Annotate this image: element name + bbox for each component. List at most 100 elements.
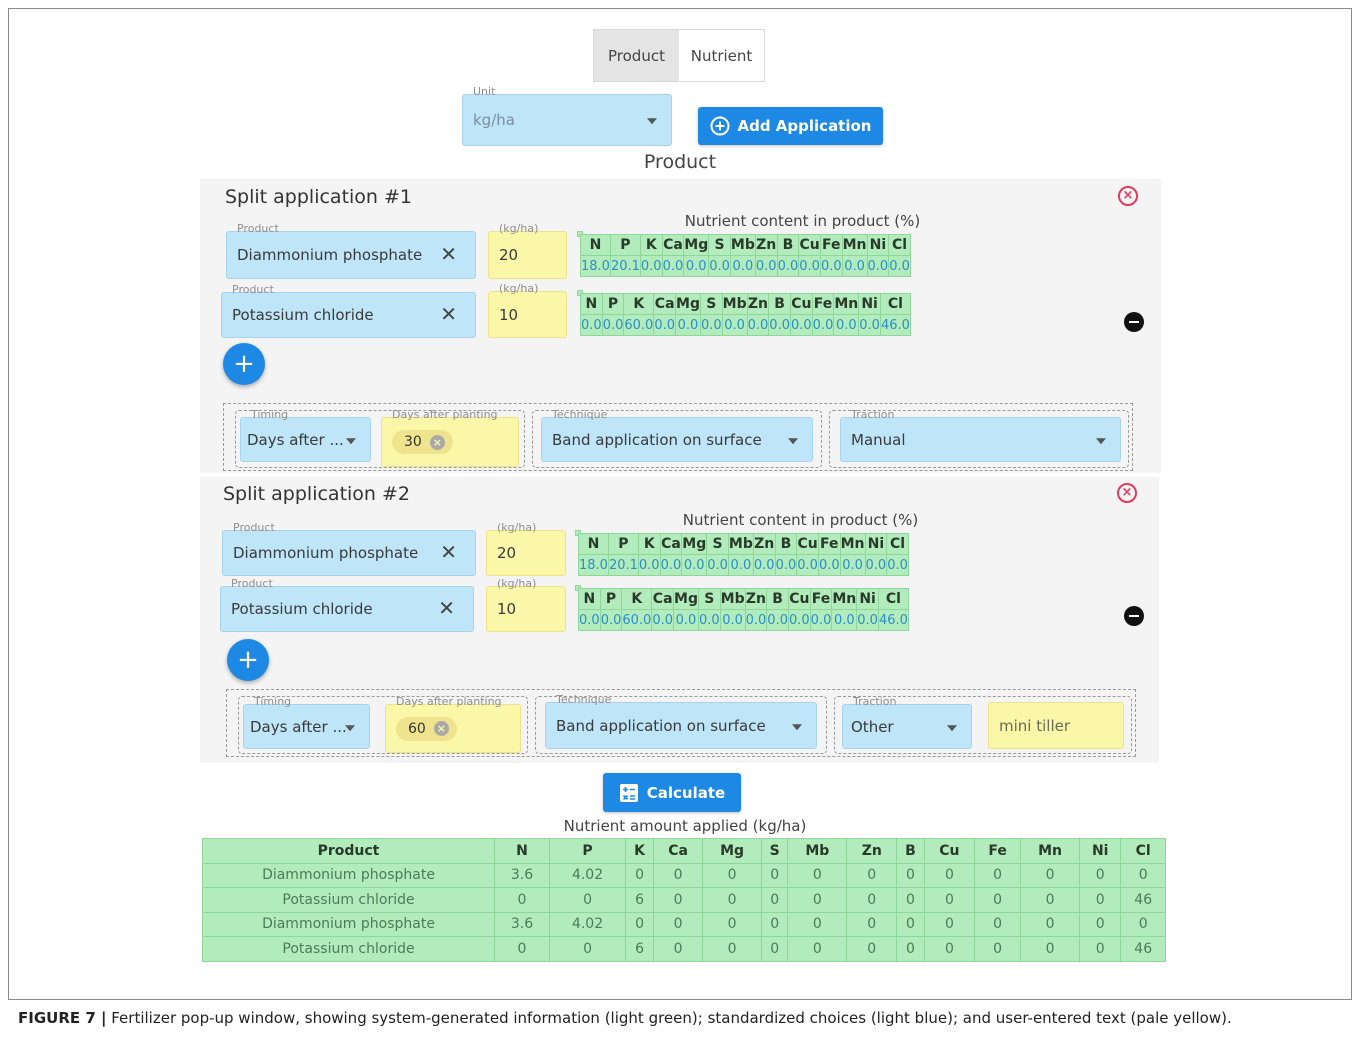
nutrient-header-cell: Fe (811, 293, 835, 315)
close-icon[interactable]: ✕ (440, 304, 457, 324)
minus-circle-icon[interactable] (1124, 312, 1144, 332)
technique-select[interactable]: Technique Band application on surface (545, 694, 817, 749)
chevron-down-icon[interactable] (1096, 437, 1106, 444)
nutrient-value-cell: 46.0 (877, 609, 909, 631)
nutrient-value-row: 0.0 0.0 60.0 0.0 0.0 0.0 0.0 0.0 0.0 0.0 0.0 0.0 0.0… (578, 609, 909, 631)
nutrient-header-cell: Cl (879, 293, 911, 315)
days-after-planting-input[interactable]: Days after planting 60 × (385, 696, 521, 753)
technique-select[interactable]: Technique Band application on surface (541, 409, 813, 462)
nutrient-value-cell: 0.0 (798, 255, 821, 277)
nutrient-header-cell: Mg (683, 234, 710, 256)
add-product-button[interactable]: + (223, 343, 265, 385)
results-value-cell: 0 (896, 936, 925, 962)
toggle-product[interactable]: Product (594, 30, 679, 81)
nutrient-value-row: 0.0 0.0 60.0 0.0 0.0 0.0 0.0 0.0 0.0 0.0 0.0 0.0 0.0… (580, 314, 911, 336)
nutrient-value-cell: 0.0 (858, 314, 881, 336)
nutrient-header-row: N P K Ca Mg S Mb Zn B Cu Fe Mn Ni Cl (578, 588, 909, 610)
unit-select[interactable]: Unit kg/ha (462, 86, 672, 146)
product-label: Product (232, 283, 274, 296)
nutrient-value-cell: 0.0 (768, 314, 791, 336)
nutrient-value-cell: 60.0 (623, 314, 655, 336)
minus-circle-icon[interactable] (1124, 606, 1144, 626)
traction-select[interactable]: Traction Manual (840, 409, 1121, 462)
product-select[interactable]: Product Potassium chloride ✕ (221, 284, 476, 338)
days-after-planting-input[interactable]: Days after planting 30 × (381, 409, 519, 467)
close-circle-icon[interactable]: × (1117, 483, 1137, 503)
product-label: Product (231, 577, 273, 590)
close-icon[interactable]: ✕ (440, 244, 457, 264)
days-chip[interactable]: 30 × (392, 430, 453, 454)
results-value-cell: 0 (1120, 862, 1166, 888)
close-icon[interactable]: ✕ (440, 542, 457, 562)
results-product-cell: Potassium chloride (202, 887, 495, 913)
timing-select[interactable]: Timing Days after ... (243, 696, 370, 749)
days-value: 30 (404, 434, 422, 450)
nutrient-header-cell: Mn (841, 234, 868, 256)
product-select[interactable]: Product Diammonium phosphate ✕ (226, 223, 476, 279)
nutrient-header-cell: Ni (858, 293, 881, 315)
nutrient-value-cell: 0.0 (719, 609, 746, 631)
nutrient-header-cell: K (621, 588, 653, 610)
chevron-down-icon[interactable] (788, 437, 798, 444)
results-value-cell: 0 (625, 911, 655, 937)
rate-input[interactable]: (kg/ha) 10 (486, 578, 566, 632)
nutrient-value-cell: 0.0 (578, 609, 601, 631)
add-application-button[interactable]: Add Application (698, 107, 883, 145)
results-value-cell: 0 (1020, 887, 1080, 913)
results-value-cell: 0 (494, 936, 550, 962)
nutrient-header-cell: Cu (789, 293, 813, 315)
calculate-button[interactable]: Calculate (603, 773, 741, 812)
product-select[interactable]: Product Diammonium phosphate ✕ (222, 522, 476, 576)
nutrient-content-grid: N P K Ca Mg S Mb Zn B Cu Fe Mn Ni Cl 0.0 0.0 60.0 0.0 0.0 0… (577, 290, 911, 336)
rate-input[interactable]: (kg/ha) 20 (486, 522, 566, 576)
product-select[interactable]: Product Potassium chloride ✕ (220, 578, 474, 632)
results-value-cell: 4.02 (548, 862, 627, 888)
nutrient-value-cell: 0.0 (839, 554, 866, 576)
nutrient-value-cell: 0.0 (659, 554, 683, 576)
nutrient-value-cell: 0.0 (706, 554, 729, 576)
nutrient-header-cell: Zn (744, 588, 768, 610)
nutrient-header-cell: Cu (787, 588, 811, 610)
figure-caption: FIGURE 7 | Fertilizer pop-up window, sho… (18, 1009, 1232, 1027)
results-header-cell: Fe (974, 838, 1022, 864)
rate-input[interactable]: (kg/ha) 20 (488, 223, 567, 279)
traction-select[interactable]: Traction Other (842, 696, 972, 749)
close-icon[interactable]: ✕ (438, 598, 455, 618)
nutrient-value-cell: 0.0 (697, 609, 721, 631)
results-value-cell: 0 (1078, 887, 1122, 913)
days-chip[interactable]: 60 × (396, 716, 457, 741)
results-value-cell: 0 (653, 936, 704, 962)
nutrient-value-cell: 0.0 (811, 314, 835, 336)
nutrient-header-cell: B (768, 293, 791, 315)
results-header-cell: Mb (787, 838, 848, 864)
nutrient-value-cell: 0.0 (746, 314, 770, 336)
nutrient-header-cell: Fe (819, 234, 843, 256)
nutrient-header-cell: Cu (796, 533, 819, 555)
close-circle-icon[interactable]: × (433, 721, 449, 736)
rate-value: 10 (499, 305, 519, 324)
nutrient-value-cell: 0.0 (752, 554, 776, 576)
nutrient-value-cell: 0.0 (639, 255, 663, 277)
chevron-down-icon[interactable] (792, 723, 802, 730)
close-circle-icon[interactable]: × (1118, 186, 1138, 206)
close-circle-icon[interactable]: × (429, 434, 445, 450)
add-product-button[interactable]: + (227, 639, 269, 681)
results-value-cell: 0 (787, 936, 848, 962)
results-value-cell: 0 (896, 862, 925, 888)
timing-select[interactable]: Timing Days after ... (240, 409, 371, 462)
rate-input[interactable]: (kg/ha) 10 (488, 283, 567, 338)
traction-other-input[interactable]: mini tiller (988, 702, 1124, 749)
nutrient-header-cell: Cl (877, 588, 909, 610)
toggle-nutrient[interactable]: Nutrient (679, 30, 764, 81)
nutrient-header-cell: N (580, 293, 603, 315)
rate-value: 20 (497, 544, 517, 562)
nutrient-value-cell: 0.0 (766, 609, 789, 631)
results-value-cell: 0 (923, 936, 976, 962)
results-table: Product N P K Ca Mg S Mb Zn B Cu Fe Mn Ni Cl Diammoniu… (202, 838, 1166, 962)
nutrient-value-cell: 0.0 (744, 609, 768, 631)
chevron-down-icon[interactable] (947, 724, 957, 731)
nutrient-header-cell: Zn (752, 533, 776, 555)
split-title-1: Split application #1 (225, 186, 413, 208)
nutrient-header-cell: Fe (817, 533, 841, 555)
nutrient-header-cell: Mg (681, 533, 708, 555)
